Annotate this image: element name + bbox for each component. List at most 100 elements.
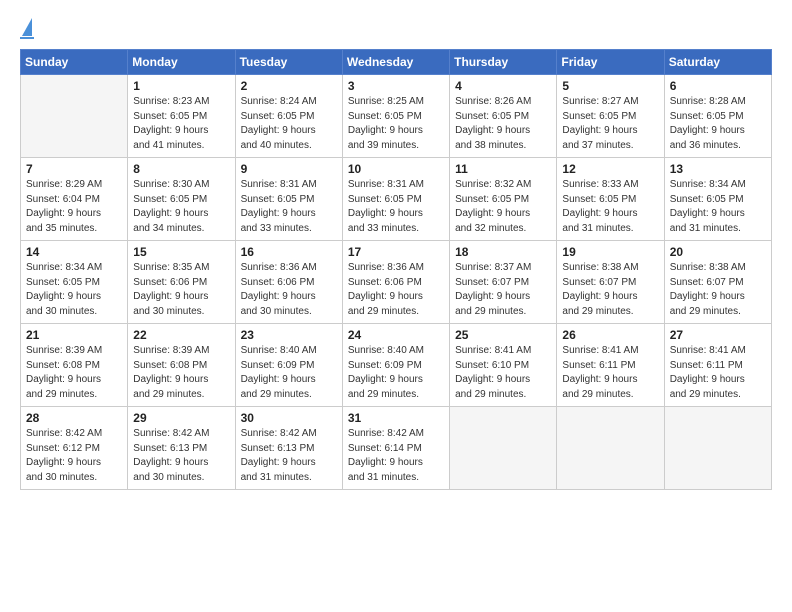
day-info: Sunrise: 8:35 AMSunset: 6:06 PMDaylight:… <box>133 261 229 319</box>
day-number: 28 <box>26 411 122 425</box>
day-info: Sunrise: 8:42 AMSunset: 6:13 PMDaylight:… <box>241 427 337 485</box>
calendar-cell <box>450 407 557 490</box>
calendar-header-thursday: Thursday <box>450 50 557 75</box>
calendar-cell: 5 Sunrise: 8:27 AMSunset: 6:05 PMDaylight… <box>557 75 664 158</box>
calendar-cell: 6Sunrise: 8:28 AMSunset: 6:05 PMDaylight… <box>664 75 771 158</box>
page: SundayMondayTuesdayWednesdayThursdayFrid… <box>0 0 792 612</box>
calendar-cell: 23 Sunrise: 8:40 AMSunset: 6:09 PMDayligh… <box>235 324 342 407</box>
day-number: 31 <box>348 411 444 425</box>
day-info: Sunrise: 8:33 AMSunset: 6:05 PMDaylight:… <box>562 178 658 236</box>
calendar-cell: 13 Sunrise: 8:34 AMSunset: 6:05 PMDayligh… <box>664 158 771 241</box>
day-info: Sunrise: 8:42 AMSunset: 6:14 PMDaylight:… <box>348 427 444 485</box>
day-number: 24 <box>348 328 444 342</box>
day-number: 18 <box>455 245 551 259</box>
calendar-cell: 14 Sunrise: 8:34 AMSunset: 6:05 PMDayligh… <box>21 241 128 324</box>
day-info: Sunrise: 8:27 AMSunset: 6:05 PMDaylight:… <box>562 95 658 153</box>
day-info: Sunrise: 8:37 AMSunset: 6:07 PMDaylight:… <box>455 261 551 319</box>
day-number: 29 <box>133 411 229 425</box>
logo-arrow-icon <box>22 18 32 36</box>
calendar-header-saturday: Saturday <box>664 50 771 75</box>
calendar-cell: 7 Sunrise: 8:29 AMSunset: 6:04 PMDaylight… <box>21 158 128 241</box>
day-number: 25 <box>455 328 551 342</box>
day-info: Sunrise: 8:29 AMSunset: 6:04 PMDaylight:… <box>26 178 122 236</box>
day-number: 17 <box>348 245 444 259</box>
day-number: 26 <box>562 328 658 342</box>
calendar-cell: 20 Sunrise: 8:38 AMSunset: 6:07 PMDayligh… <box>664 241 771 324</box>
logo-underline <box>20 37 34 39</box>
logo <box>20 18 34 39</box>
calendar-header-sunday: Sunday <box>21 50 128 75</box>
day-number: 22 <box>133 328 229 342</box>
calendar-cell <box>21 75 128 158</box>
day-number: 14 <box>26 245 122 259</box>
calendar-week-row: 28 Sunrise: 8:42 AMSunset: 6:12 PMDayligh… <box>21 407 772 490</box>
calendar-week-row: 1 Sunrise: 8:23 AMSunset: 6:05 PMDaylight… <box>21 75 772 158</box>
calendar-cell: 25 Sunrise: 8:41 AMSunset: 6:10 PMDayligh… <box>450 324 557 407</box>
day-info: Sunrise: 8:39 AMSunset: 6:08 PMDaylight:… <box>133 344 229 402</box>
day-info: Sunrise: 8:41 AMSunset: 6:11 PMDaylight:… <box>670 344 766 402</box>
calendar-cell: 1 Sunrise: 8:23 AMSunset: 6:05 PMDaylight… <box>128 75 235 158</box>
day-number: 13 <box>670 162 766 176</box>
day-info: Sunrise: 8:23 AMSunset: 6:05 PMDaylight:… <box>133 95 229 153</box>
day-info: Sunrise: 8:24 AMSunset: 6:05 PMDaylight:… <box>241 95 337 153</box>
calendar-cell: 29Sunrise: 8:42 AMSunset: 6:13 PMDayligh… <box>128 407 235 490</box>
calendar-cell: 11 Sunrise: 8:32 AMSunset: 6:05 PMDayligh… <box>450 158 557 241</box>
day-info: Sunrise: 8:36 AMSunset: 6:06 PMDaylight:… <box>348 261 444 319</box>
day-info: Sunrise: 8:28 AMSunset: 6:05 PMDaylight:… <box>670 95 766 153</box>
calendar-cell: 3Sunrise: 8:25 AMSunset: 6:05 PMDaylight… <box>342 75 449 158</box>
calendar-header-wednesday: Wednesday <box>342 50 449 75</box>
day-number: 21 <box>26 328 122 342</box>
day-info: Sunrise: 8:34 AMSunset: 6:05 PMDaylight:… <box>670 178 766 236</box>
calendar-cell: 15Sunrise: 8:35 AMSunset: 6:06 PMDayligh… <box>128 241 235 324</box>
day-info: Sunrise: 8:40 AMSunset: 6:09 PMDaylight:… <box>241 344 337 402</box>
calendar-cell: 10Sunrise: 8:31 AMSunset: 6:05 PMDayligh… <box>342 158 449 241</box>
day-number: 30 <box>241 411 337 425</box>
day-info: Sunrise: 8:36 AMSunset: 6:06 PMDaylight:… <box>241 261 337 319</box>
day-info: Sunrise: 8:38 AMSunset: 6:07 PMDaylight:… <box>562 261 658 319</box>
calendar-cell: 26 Sunrise: 8:41 AMSunset: 6:11 PMDayligh… <box>557 324 664 407</box>
day-number: 7 <box>26 162 122 176</box>
day-number: 23 <box>241 328 337 342</box>
calendar-week-row: 14 Sunrise: 8:34 AMSunset: 6:05 PMDayligh… <box>21 241 772 324</box>
day-number: 1 <box>133 79 229 93</box>
calendar-cell: 17 Sunrise: 8:36 AMSunset: 6:06 PMDayligh… <box>342 241 449 324</box>
calendar-cell: 2 Sunrise: 8:24 AMSunset: 6:05 PMDaylight… <box>235 75 342 158</box>
calendar-cell: 18 Sunrise: 8:37 AMSunset: 6:07 PMDayligh… <box>450 241 557 324</box>
calendar-cell: 24 Sunrise: 8:40 AMSunset: 6:09 PMDayligh… <box>342 324 449 407</box>
day-info: Sunrise: 8:41 AMSunset: 6:11 PMDaylight:… <box>562 344 658 402</box>
header <box>20 18 772 39</box>
calendar-cell: 9 Sunrise: 8:31 AMSunset: 6:05 PMDaylight… <box>235 158 342 241</box>
day-info: Sunrise: 8:30 AMSunset: 6:05 PMDaylight:… <box>133 178 229 236</box>
day-info: Sunrise: 8:32 AMSunset: 6:05 PMDaylight:… <box>455 178 551 236</box>
calendar-table: SundayMondayTuesdayWednesdayThursdayFrid… <box>20 49 772 490</box>
day-info: Sunrise: 8:42 AMSunset: 6:12 PMDaylight:… <box>26 427 122 485</box>
day-info: Sunrise: 8:31 AMSunset: 6:05 PMDaylight:… <box>348 178 444 236</box>
day-number: 19 <box>562 245 658 259</box>
day-number: 20 <box>670 245 766 259</box>
calendar-cell: 12Sunrise: 8:33 AMSunset: 6:05 PMDayligh… <box>557 158 664 241</box>
calendar-cell: 19 Sunrise: 8:38 AMSunset: 6:07 PMDayligh… <box>557 241 664 324</box>
calendar-header-friday: Friday <box>557 50 664 75</box>
calendar-header-row: SundayMondayTuesdayWednesdayThursdayFrid… <box>21 50 772 75</box>
day-number: 8 <box>133 162 229 176</box>
day-number: 11 <box>455 162 551 176</box>
calendar-cell: 28 Sunrise: 8:42 AMSunset: 6:12 PMDayligh… <box>21 407 128 490</box>
day-info: Sunrise: 8:34 AMSunset: 6:05 PMDaylight:… <box>26 261 122 319</box>
day-number: 4 <box>455 79 551 93</box>
day-info: Sunrise: 8:31 AMSunset: 6:05 PMDaylight:… <box>241 178 337 236</box>
calendar-cell: 22 Sunrise: 8:39 AMSunset: 6:08 PMDayligh… <box>128 324 235 407</box>
calendar-cell <box>557 407 664 490</box>
calendar-cell: 31 Sunrise: 8:42 AMSunset: 6:14 PMDayligh… <box>342 407 449 490</box>
calendar-cell: 4Sunrise: 8:26 AMSunset: 6:05 PMDaylight… <box>450 75 557 158</box>
calendar-cell: 21Sunrise: 8:39 AMSunset: 6:08 PMDayligh… <box>21 324 128 407</box>
calendar-header-monday: Monday <box>128 50 235 75</box>
day-info: Sunrise: 8:40 AMSunset: 6:09 PMDaylight:… <box>348 344 444 402</box>
calendar-cell <box>664 407 771 490</box>
calendar-week-row: 7 Sunrise: 8:29 AMSunset: 6:04 PMDaylight… <box>21 158 772 241</box>
day-info: Sunrise: 8:38 AMSunset: 6:07 PMDaylight:… <box>670 261 766 319</box>
day-number: 2 <box>241 79 337 93</box>
day-info: Sunrise: 8:41 AMSunset: 6:10 PMDaylight:… <box>455 344 551 402</box>
calendar-week-row: 21 Sunrise: 8:39 AMSunset: 6:08 PMDayligh… <box>21 324 772 407</box>
day-number: 5 <box>562 79 658 93</box>
day-number: 9 <box>241 162 337 176</box>
